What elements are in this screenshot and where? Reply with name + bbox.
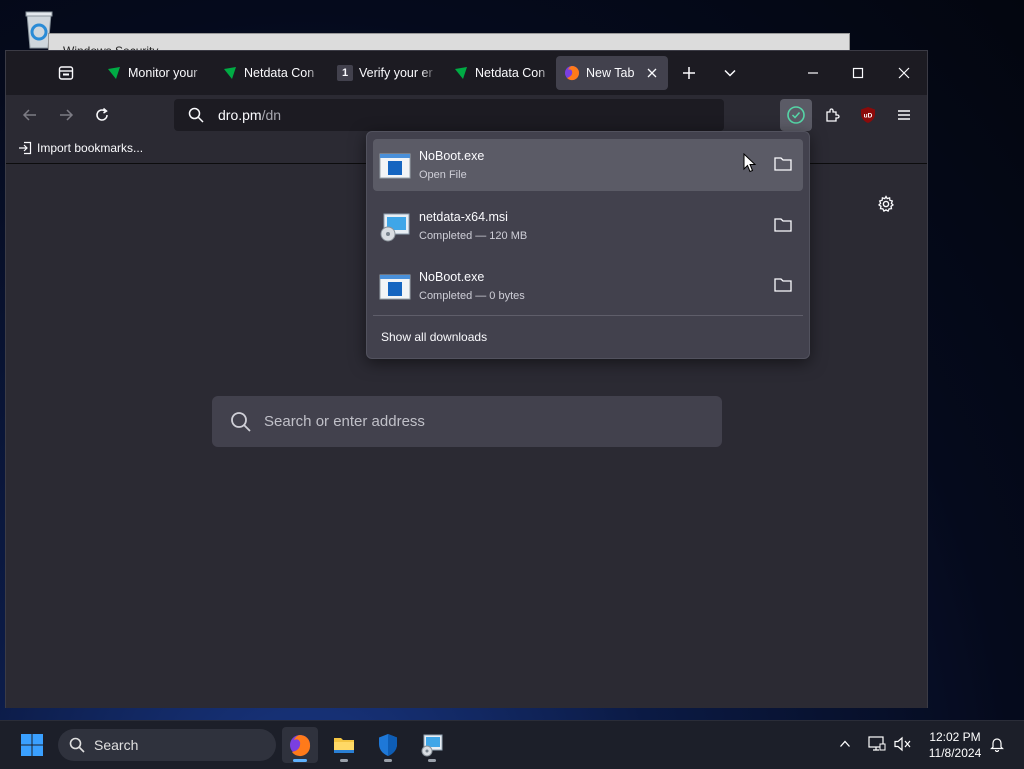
taskbar-search[interactable]: Search: [58, 729, 276, 761]
tab-bar: Monitor your Netdata Con 1 Verify your e…: [6, 51, 927, 95]
tab-label: Verify your er: [359, 66, 433, 80]
running-indicator: [384, 759, 392, 762]
show-hidden-icons-chevron-up-icon[interactable]: [834, 733, 856, 755]
taskbar-search-label: Search: [94, 737, 139, 753]
tab-netdata-1[interactable]: Netdata Con: [214, 56, 322, 90]
tab-label: Monitor your: [128, 66, 198, 80]
import-bookmarks-button[interactable]: Import bookmarks...: [18, 141, 143, 155]
show-in-folder-icon[interactable]: [773, 155, 793, 173]
msi-installer-icon: [421, 734, 443, 757]
firefox-icon: [564, 65, 580, 81]
show-in-folder-icon[interactable]: [773, 276, 793, 294]
mouse-cursor-icon: [743, 153, 757, 173]
download-filename: netdata-x64.msi: [419, 210, 508, 224]
tab-verify-your[interactable]: 1 Verify your er: [329, 56, 437, 90]
tab-label: Netdata Con: [475, 66, 546, 80]
tab-monitor-your[interactable]: Monitor your: [98, 56, 206, 90]
divider: [373, 315, 803, 316]
running-indicator: [428, 759, 436, 762]
import-icon: [18, 141, 32, 155]
show-all-downloads-button[interactable]: Show all downloads: [381, 330, 487, 344]
download-status: Open File: [419, 169, 467, 181]
reload-icon[interactable]: [90, 103, 114, 127]
tab-new-tab[interactable]: New Tab: [556, 56, 668, 90]
back-arrow-icon[interactable]: [18, 103, 42, 127]
navigation-toolbar: dro.pm/dn uD: [6, 95, 927, 135]
tab-label: Netdata Con: [244, 66, 315, 80]
exe-file-icon: [379, 274, 411, 300]
settings-gear-icon[interactable]: [874, 192, 898, 216]
running-indicator: [340, 759, 348, 762]
active-indicator: [293, 759, 307, 762]
firefox-view-icon[interactable]: [54, 61, 78, 85]
downloads-complete-icon: [787, 106, 805, 124]
download-status: Completed — 120 MB: [419, 230, 528, 242]
list-all-tabs-chevron-down-icon[interactable]: [718, 61, 742, 85]
import-bookmarks-label: Import bookmarks...: [37, 141, 144, 155]
taskbar-firefox[interactable]: [282, 727, 318, 763]
tab-label: New Tab: [586, 66, 635, 80]
download-item[interactable]: NoBoot.exe Open File: [373, 139, 803, 191]
taskbar-installer[interactable]: [414, 727, 450, 763]
forward-arrow-icon[interactable]: [54, 103, 78, 127]
hamburger-menu-icon[interactable]: [892, 103, 916, 127]
download-item[interactable]: NoBoot.exe Completed — 0 bytes: [373, 260, 803, 312]
close-window-icon[interactable]: [892, 61, 916, 85]
clock-time: 12:02 PM: [929, 730, 981, 744]
download-item[interactable]: netdata-x64.msi Completed — 120 MB: [373, 200, 803, 252]
close-tab-icon[interactable]: [642, 63, 662, 83]
url-host: dro.pm: [218, 107, 262, 123]
newtab-search-input[interactable]: Search or enter address: [212, 396, 722, 447]
volume-muted-icon[interactable]: [892, 733, 914, 755]
firefox-icon: [290, 735, 311, 757]
url-path: /dn: [261, 107, 282, 123]
tab-netdata-2[interactable]: Netdata Con: [445, 56, 553, 90]
ublock-badge-text: uD: [864, 113, 873, 120]
network-display-icon[interactable]: [866, 733, 888, 755]
search-placeholder: Search or enter address: [264, 413, 425, 430]
download-filename: NoBoot.exe: [419, 149, 485, 163]
exe-file-icon: [379, 153, 411, 179]
address-bar[interactable]: dro.pm/dn: [174, 99, 724, 131]
minimize-window-icon[interactable]: [801, 61, 825, 85]
folder-icon: [334, 738, 354, 753]
search-icon: [188, 107, 204, 123]
download-filename: NoBoot.exe: [419, 270, 485, 284]
shield-icon: [379, 734, 397, 756]
new-tab-plus-icon[interactable]: [677, 61, 701, 85]
show-in-folder-icon[interactable]: [773, 216, 793, 234]
notification-bell-icon[interactable]: [986, 733, 1008, 755]
taskbar-windows-security[interactable]: [370, 727, 406, 763]
windows-logo-icon: [21, 734, 43, 756]
maximize-window-icon[interactable]: [846, 61, 870, 85]
clock-date: 11/8/2024: [928, 746, 982, 760]
search-icon: [230, 411, 252, 433]
taskbar-file-explorer[interactable]: [326, 727, 362, 763]
ublock-origin-icon[interactable]: uD: [856, 103, 880, 127]
downloads-button[interactable]: [780, 99, 812, 131]
netdata-leaf-icon: [222, 65, 238, 81]
start-button[interactable]: [14, 727, 50, 763]
msi-installer-icon: [380, 213, 410, 242]
search-icon: [69, 737, 85, 753]
number-one-icon: 1: [337, 65, 353, 81]
netdata-leaf-icon: [106, 65, 122, 81]
netdata-leaf-icon: [453, 65, 469, 81]
windows-taskbar: Search 12:02 PM 11/8/2024: [0, 720, 1024, 769]
extensions-puzzle-icon[interactable]: [820, 103, 844, 127]
system-clock[interactable]: 12:02 PM 11/8/2024: [918, 729, 992, 761]
download-status: Completed — 0 bytes: [419, 290, 525, 302]
